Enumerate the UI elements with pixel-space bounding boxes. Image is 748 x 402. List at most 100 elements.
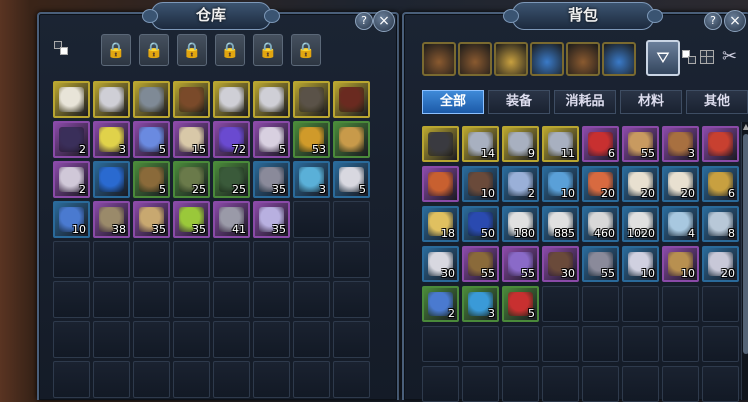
empty-slot[interactable] (622, 326, 659, 362)
item-slot[interactable]: 3 (93, 121, 130, 158)
item-slot[interactable] (93, 81, 130, 118)
item-slot[interactable]: 25 (173, 161, 210, 198)
item-slot[interactable]: 5 (333, 161, 370, 198)
lock-icon[interactable]: 🔒 (101, 34, 131, 66)
empty-slot[interactable] (293, 241, 330, 278)
empty-slot[interactable] (253, 321, 290, 358)
item-slot[interactable]: 885 (542, 206, 579, 242)
item-slot[interactable]: 30 (422, 246, 459, 282)
item-slot[interactable]: 35 (173, 201, 210, 238)
item-slot[interactable]: 10 (53, 201, 90, 238)
item-slot[interactable]: 3 (462, 286, 499, 322)
item-slot[interactable]: 6 (702, 166, 739, 202)
item-slot[interactable]: 38 (93, 201, 130, 238)
item-slot[interactable]: 20 (662, 166, 699, 202)
empty-slot[interactable] (293, 361, 330, 398)
scroll-up-icon[interactable]: ▲ (742, 122, 748, 132)
lock-icon[interactable]: 🔒 (291, 34, 321, 66)
warehouse-close-button[interactable]: × (373, 10, 395, 32)
item-slot[interactable]: 1020 (622, 206, 659, 242)
item-slot[interactable] (213, 81, 250, 118)
empty-slot[interactable] (662, 286, 699, 322)
item-slot[interactable]: 4 (662, 206, 699, 242)
empty-slot[interactable] (93, 361, 130, 398)
item-slot[interactable]: 2 (502, 166, 539, 202)
empty-slot[interactable] (253, 361, 290, 398)
bag-close-button[interactable]: × (724, 10, 746, 32)
empty-slot[interactable] (133, 361, 170, 398)
empty-slot[interactable] (213, 241, 250, 278)
item-slot[interactable] (173, 81, 210, 118)
empty-slot[interactable] (293, 201, 330, 238)
empty-slot[interactable] (93, 241, 130, 278)
item-slot[interactable]: 20 (702, 246, 739, 282)
bag-scrollbar[interactable]: ▲ (741, 122, 748, 400)
item-slot[interactable]: 3 (293, 161, 330, 198)
empty-slot[interactable] (253, 241, 290, 278)
empty-slot[interactable] (133, 241, 170, 278)
item-slot[interactable]: 18 (422, 206, 459, 242)
item-slot[interactable]: 5 (253, 121, 290, 158)
bag-container-slot[interactable] (458, 42, 492, 76)
bag-container-slot[interactable] (602, 42, 636, 76)
item-slot[interactable] (93, 161, 130, 198)
scroll-thumb[interactable] (743, 134, 748, 354)
item-slot[interactable]: 55 (622, 126, 659, 162)
item-slot[interactable]: 25 (213, 161, 250, 198)
empty-slot[interactable] (133, 321, 170, 358)
scissors-icon[interactable]: ✂ (722, 46, 737, 67)
empty-slot[interactable] (422, 326, 459, 362)
empty-slot[interactable] (53, 281, 90, 318)
lock-icon[interactable]: 🔒 (177, 34, 207, 66)
empty-slot[interactable] (53, 321, 90, 358)
item-slot[interactable] (293, 81, 330, 118)
bag-container-slot[interactable] (494, 42, 528, 76)
empty-slot[interactable] (462, 366, 499, 402)
empty-slot[interactable] (502, 326, 539, 362)
bag-container-slot[interactable] (566, 42, 600, 76)
layout-list-icon[interactable] (700, 50, 714, 64)
item-slot[interactable] (333, 81, 370, 118)
empty-slot[interactable] (53, 241, 90, 278)
expand-bag-icon[interactable]: ⛛ (646, 40, 680, 76)
empty-slot[interactable] (293, 321, 330, 358)
bag-tab[interactable]: 消耗品 (554, 90, 616, 114)
item-slot[interactable]: 9 (502, 126, 539, 162)
item-slot[interactable]: 10 (462, 166, 499, 202)
bag-tab[interactable]: 装备 (488, 90, 550, 114)
item-slot[interactable]: 53 (293, 121, 330, 158)
item-slot[interactable]: 8 (702, 206, 739, 242)
empty-slot[interactable] (333, 241, 370, 278)
empty-slot[interactable] (213, 321, 250, 358)
item-slot[interactable]: 30 (542, 246, 579, 282)
empty-slot[interactable] (253, 281, 290, 318)
item-slot[interactable] (53, 81, 90, 118)
item-slot[interactable]: 10 (662, 246, 699, 282)
item-slot[interactable] (333, 121, 370, 158)
item-slot[interactable] (422, 126, 459, 162)
item-slot[interactable]: 6 (582, 126, 619, 162)
lock-icon[interactable]: 🔒 (215, 34, 245, 66)
empty-slot[interactable] (622, 286, 659, 322)
item-slot[interactable] (702, 126, 739, 162)
item-slot[interactable]: 2 (53, 121, 90, 158)
bag-container-slot[interactable] (422, 42, 456, 76)
bag-tab[interactable]: 材料 (620, 90, 682, 114)
empty-slot[interactable] (333, 321, 370, 358)
item-slot[interactable]: 35 (253, 161, 290, 198)
item-slot[interactable]: 14 (462, 126, 499, 162)
empty-slot[interactable] (502, 366, 539, 402)
empty-slot[interactable] (133, 281, 170, 318)
item-slot[interactable]: 10 (542, 166, 579, 202)
empty-slot[interactable] (542, 326, 579, 362)
empty-slot[interactable] (213, 281, 250, 318)
empty-slot[interactable] (702, 366, 739, 402)
empty-slot[interactable] (702, 326, 739, 362)
bag-tab[interactable]: 全部 (422, 90, 484, 114)
empty-slot[interactable] (582, 366, 619, 402)
item-slot[interactable]: 20 (582, 166, 619, 202)
empty-slot[interactable] (213, 361, 250, 398)
empty-slot[interactable] (662, 326, 699, 362)
item-slot[interactable]: 50 (462, 206, 499, 242)
empty-slot[interactable] (93, 321, 130, 358)
